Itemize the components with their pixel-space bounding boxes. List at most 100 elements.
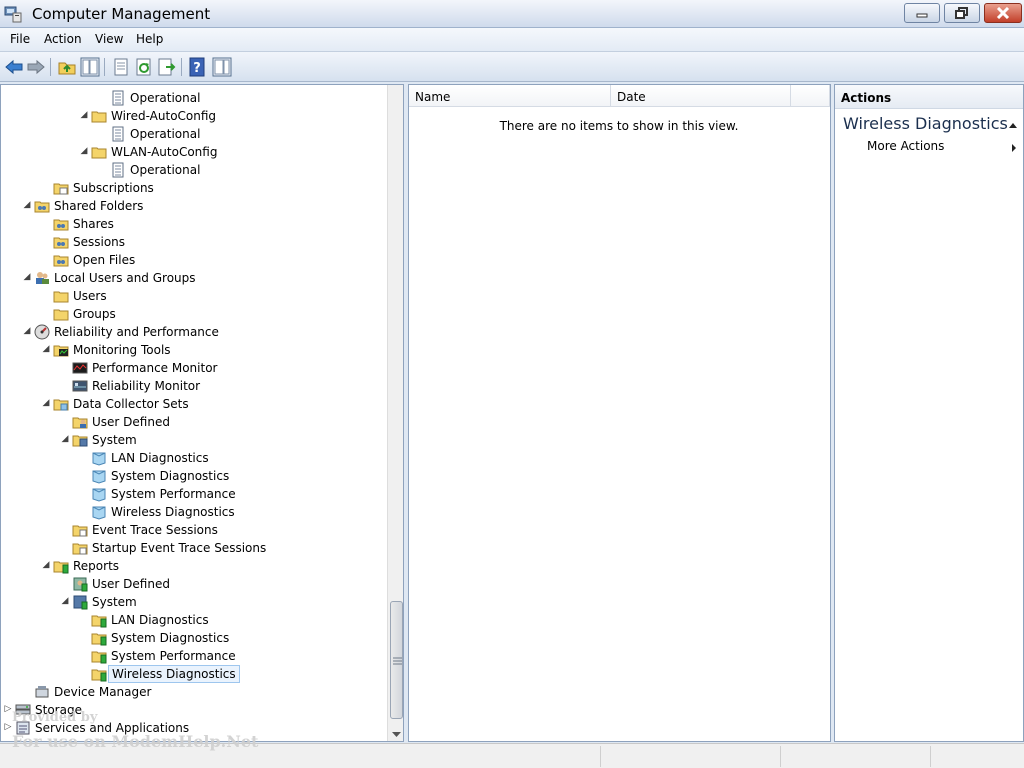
empty-view-message: There are no items to show in this view.	[499, 119, 739, 133]
collapse-triangle-icon[interactable]: ◢	[22, 326, 32, 336]
folder-icon	[91, 147, 107, 159]
collector-icon	[92, 452, 106, 466]
minimize-icon	[916, 13, 928, 18]
user-folder-icon	[72, 417, 88, 429]
actions-header: Actions	[835, 85, 1023, 109]
trace-folder-icon	[72, 543, 88, 555]
users-icon	[36, 272, 49, 284]
collapse-up-arrow-icon[interactable]	[1008, 121, 1018, 129]
column-header-empty	[791, 85, 830, 107]
collapse-triangle-icon[interactable]: ◢	[22, 200, 32, 210]
up-folder-icon[interactable]	[57, 57, 77, 77]
collapse-triangle-icon[interactable]: ◢	[41, 398, 51, 408]
tree-item-label: System	[92, 595, 137, 609]
back-arrow-icon[interactable]	[4, 57, 24, 77]
grip-icon	[393, 657, 402, 665]
collapse-triangle-icon[interactable]: ◢	[41, 344, 51, 354]
report-folder-icon	[91, 669, 107, 682]
collapse-triangle-icon[interactable]: ◢	[60, 434, 70, 444]
computer-management-icon	[4, 6, 22, 23]
collapse-triangle-icon[interactable]: ◢	[79, 146, 89, 156]
more-actions-item[interactable]: More Actions	[867, 139, 944, 153]
tree-item-label: System Performance	[111, 649, 236, 663]
show-hide-tree-icon[interactable]	[80, 57, 100, 77]
collapse-triangle-icon[interactable]: ◢	[22, 272, 32, 282]
menu-view[interactable]: View	[95, 32, 123, 46]
window-title: Computer Management	[32, 5, 211, 23]
scroll-down-arrow-icon[interactable]	[390, 729, 403, 739]
shared-folder-icon	[53, 237, 69, 249]
tree-item-label: Operational	[130, 127, 201, 141]
tree-item-label: Sessions	[73, 235, 126, 249]
tree-item-label: Wireless Diagnostics	[108, 665, 240, 683]
properties-icon[interactable]	[111, 57, 131, 77]
menu-action[interactable]: Action	[44, 32, 82, 46]
forward-arrow-icon[interactable]	[26, 57, 46, 77]
trace-folder-icon	[72, 525, 88, 537]
tree-item-label: Users	[73, 289, 107, 303]
watermark-line1: Provided by	[12, 710, 98, 725]
tree-item-label: Operational	[130, 163, 201, 177]
tree-scrollbar-thumb[interactable]	[390, 601, 403, 719]
tree-item-label: Wireless Diagnostics	[111, 505, 235, 519]
collapse-triangle-icon[interactable]: ◢	[60, 596, 70, 606]
refresh-icon[interactable]	[134, 57, 154, 77]
menu-file[interactable]: File	[10, 32, 30, 46]
column-header-name[interactable]: Name	[409, 85, 611, 107]
report-user-icon	[73, 577, 88, 592]
tree-item-label: Shared Folders	[54, 199, 144, 213]
tree-item-label: User Defined	[92, 415, 170, 429]
tree-item-label: Wired-AutoConfig	[111, 109, 217, 123]
minimize-button[interactable]	[904, 3, 940, 23]
actions-section-title[interactable]: Wireless Diagnostics	[843, 114, 1008, 133]
restore-button[interactable]	[944, 3, 980, 23]
tree-item-label: Performance Monitor	[92, 361, 218, 375]
toolbar: ?	[0, 52, 1024, 82]
tree-scrollbar[interactable]	[387, 85, 403, 741]
menu-help[interactable]: Help	[136, 32, 163, 46]
device-manager-icon	[35, 686, 49, 698]
tree-item-label: Operational	[130, 91, 201, 105]
collapse-triangle-icon[interactable]: ◢	[79, 110, 89, 120]
actions-pane: Actions Wireless Diagnostics More Action…	[834, 84, 1024, 742]
report-system-icon	[73, 595, 88, 610]
log-icon	[112, 90, 124, 106]
tree-item-label: Event Trace Sessions	[92, 523, 218, 537]
watermark-line2: For use on ModemHelp.Net	[12, 732, 259, 751]
submenu-arrow-icon	[1012, 144, 1016, 152]
help-icon[interactable]: ?	[188, 57, 208, 77]
monitor-folder-icon	[53, 345, 69, 357]
collector-icon	[92, 506, 106, 520]
close-icon	[996, 7, 1010, 19]
show-hide-action-pane-icon[interactable]	[212, 57, 232, 77]
tree-item-label: LAN Diagnostics	[111, 613, 209, 627]
collapse-triangle-icon[interactable]: ◢	[41, 560, 51, 570]
tree-item-label: System Diagnostics	[111, 469, 230, 483]
results-pane: Name Date There are no items to show in …	[408, 84, 831, 742]
close-button[interactable]	[984, 3, 1022, 23]
svg-text:?: ?	[193, 61, 201, 76]
tree-item-label: LAN Diagnostics	[111, 451, 209, 465]
tree-item-label: User Defined	[92, 577, 170, 591]
tree-item-label: Reliability and Performance	[54, 325, 219, 339]
column-header-date[interactable]: Date	[611, 85, 791, 107]
export-list-icon[interactable]	[157, 57, 177, 77]
report-folder-icon	[53, 561, 69, 574]
tree-item-label: Reliability Monitor	[92, 379, 201, 393]
tree-item-label: Local Users and Groups	[54, 271, 196, 285]
